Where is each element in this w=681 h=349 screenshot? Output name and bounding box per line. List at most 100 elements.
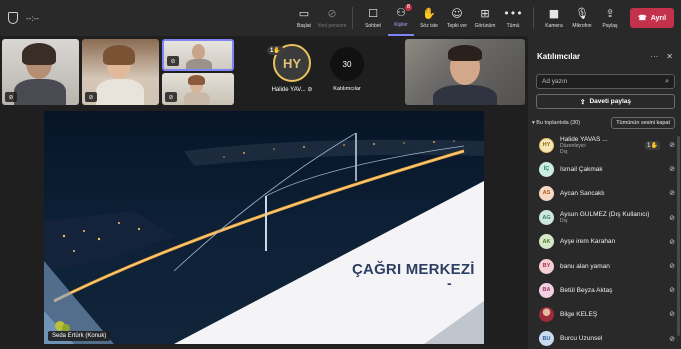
participant-body — [186, 59, 212, 69]
raised-hand-badge: 1✋ — [267, 46, 284, 55]
avatar: BU — [539, 331, 554, 347]
people-count-badge: 8 — [404, 3, 412, 11]
avatar: 1✋ HY — [267, 44, 311, 82]
video-tile-active[interactable]: ⊘ — [162, 39, 234, 71]
participant-hair — [448, 45, 482, 61]
video-tile[interactable]: ⊘ — [162, 73, 234, 105]
participant-row[interactable]: Bilge KELEŞ ⊘ — [528, 302, 681, 326]
slide-dash: - — [447, 275, 452, 291]
video-tile[interactable]: ⊘ — [2, 39, 79, 105]
raised-hand-badge: 1✋ — [645, 140, 660, 150]
mute-all-button[interactable]: Tümünün sesini kapat — [611, 117, 675, 129]
participant-hair — [103, 45, 135, 65]
participant-count-label: Katılımcılar — [333, 86, 361, 92]
avatar: AG — [539, 210, 554, 226]
participant-row[interactable]: HY Halide YAVAS ... Düzenleyici Dış 1✋ ⊘ — [528, 133, 681, 157]
people-button[interactable]: ⚇ 8 Kişiler — [388, 0, 414, 36]
mic-off-icon: ⊘ — [85, 92, 97, 102]
participant-row[interactable]: AG Aysun GULMEZ (Dış Kullanıcı) Dış ⊘ — [528, 206, 681, 230]
participant-row[interactable]: AS Aycan Sancaklı ⊘ — [528, 181, 681, 205]
video-tile-large[interactable] — [405, 39, 525, 105]
camera-icon: ■ — [548, 6, 560, 20]
slide-title: ÇAĞRI MERKEZİ — [352, 261, 475, 278]
participant-row[interactable]: BU Burcu Uzunsel ⊘ — [528, 327, 681, 349]
participant-hair — [188, 75, 205, 85]
participant-face — [192, 44, 205, 60]
mic-off-icon: ⊘ — [669, 238, 675, 246]
people-icon: ⚇ 8 — [396, 3, 412, 19]
mic-off-icon: ⊘ — [669, 263, 675, 271]
mic-off-icon: ⊘ — [307, 87, 313, 93]
leave-button[interactable]: ☎ Ayrıl — [630, 8, 675, 28]
participants-panel: Katılımcılar ··· ✕ Ad yazın ⌕ ⇪ Daveti p… — [528, 36, 681, 349]
participant-name: Halide YAV... ⊘ — [271, 87, 313, 93]
video-tile[interactable]: ⊘ — [82, 39, 159, 105]
meeting-info: --:-- — [0, 12, 290, 24]
mic-off-icon: ⊘ — [669, 142, 675, 150]
avatar: BA — [539, 282, 554, 298]
reaction-button[interactable]: ☺ Tepki ver — [444, 0, 470, 36]
participant-row[interactable]: İÇ İsmail Çakmak ⊘ — [528, 157, 681, 181]
meeting-timer: --:-- — [26, 13, 39, 23]
more-options-icon[interactable]: ··· — [650, 52, 658, 61]
share-invite-button[interactable]: ⇪ Daveti paylaş — [536, 94, 675, 109]
slide-image — [44, 111, 484, 344]
share-button[interactable]: ⇪ Paylaş — [597, 0, 623, 36]
divider — [352, 7, 353, 29]
chevron-down-icon: ▾ — [532, 120, 535, 126]
search-input[interactable]: Ad yazın ⌕ — [536, 74, 675, 89]
view-icon: ⊞ — [480, 6, 490, 20]
in-meeting-section: ▾ Bu toplantıda (30) Tümünün sesini kapa… — [532, 117, 675, 129]
divider — [533, 7, 534, 29]
participant-body — [433, 85, 497, 105]
view-button[interactable]: ⊞ Görünüm — [472, 0, 498, 36]
avatar: AK — [539, 234, 554, 250]
mic-off-icon: 🎙 — [575, 6, 589, 20]
participant-row[interactable]: AK Ayşe irem Karahan ⊘ — [528, 230, 681, 254]
mic-off-icon: ⊘ — [669, 287, 675, 295]
raise-hand-button[interactable]: ✋ Söz iste — [416, 0, 442, 36]
mic-off-icon: ⊘ — [5, 92, 17, 102]
close-icon[interactable]: ✕ — [666, 52, 673, 61]
panel-title: Katılımcılar — [537, 52, 581, 61]
search-icon: ⌕ — [665, 77, 669, 85]
share-icon: ⇪ — [605, 6, 615, 20]
mic-off-icon: ⊘ — [669, 166, 675, 174]
mic-off-icon: ⊘ — [669, 214, 675, 222]
participant-body — [14, 79, 66, 105]
shield-icon — [8, 12, 18, 24]
participant-row[interactable]: BA Betül Beyza Aktaş ⊘ — [528, 278, 681, 302]
new-window-icon: ⊘ — [327, 6, 337, 20]
share-icon: ⇪ — [579, 98, 586, 106]
mic-off-icon: ⊘ — [669, 335, 675, 343]
participant-list: HY Halide YAVAS ... Düzenleyici Dış 1✋ ⊘… — [528, 133, 681, 349]
avatar: İÇ — [539, 161, 554, 177]
participant-count-tile[interactable]: 30 Katılımcılar — [322, 39, 372, 105]
mic-off-icon: ⊘ — [167, 56, 179, 66]
meeting-toolbar: --:-- ▭ Başlat ⊘ Yeni pencere ☐ Sohbet ⚇… — [0, 0, 681, 36]
shared-screen: ÇAĞRI MERKEZİ - Seda Ertürk (Konuk) — [44, 111, 484, 344]
new-window-button[interactable]: ⊘ Yeni pencere — [318, 0, 347, 36]
mic-off-icon: ⊘ — [165, 92, 177, 102]
phone-hangup-icon: ☎ — [638, 15, 647, 22]
participant-row[interactable]: BY banu alan yaman ⊘ — [528, 254, 681, 278]
participant-hair — [22, 43, 56, 65]
panel-header: Katılımcılar ··· ✕ — [528, 36, 681, 66]
present-icon: ▭ — [298, 6, 310, 20]
more-button[interactable]: ••• Tümü — [500, 0, 526, 36]
avatar: BY — [539, 258, 554, 274]
share-owner-label: Seda Ertürk (Konuk) — [48, 331, 111, 341]
reaction-icon: ☺ — [451, 6, 463, 20]
present-button[interactable]: ▭ Başlat — [291, 0, 317, 36]
chat-button[interactable]: ☐ Sohbet — [360, 0, 386, 36]
mic-button[interactable]: 🎙 Mikrofon — [569, 0, 595, 36]
chat-icon: ☐ — [368, 6, 378, 20]
mic-off-icon: ⊘ — [669, 311, 675, 319]
participant-body — [96, 79, 144, 105]
raise-hand-icon: ✋ — [422, 6, 436, 20]
camera-button[interactable]: ■ Kamera — [541, 0, 567, 36]
scrollbar[interactable] — [677, 136, 680, 336]
avatar-tile-halide[interactable]: 1✋ HY Halide YAV... ⊘ — [262, 39, 322, 105]
mic-off-icon: ⊘ — [669, 190, 675, 198]
more-icon: ••• — [503, 6, 523, 20]
